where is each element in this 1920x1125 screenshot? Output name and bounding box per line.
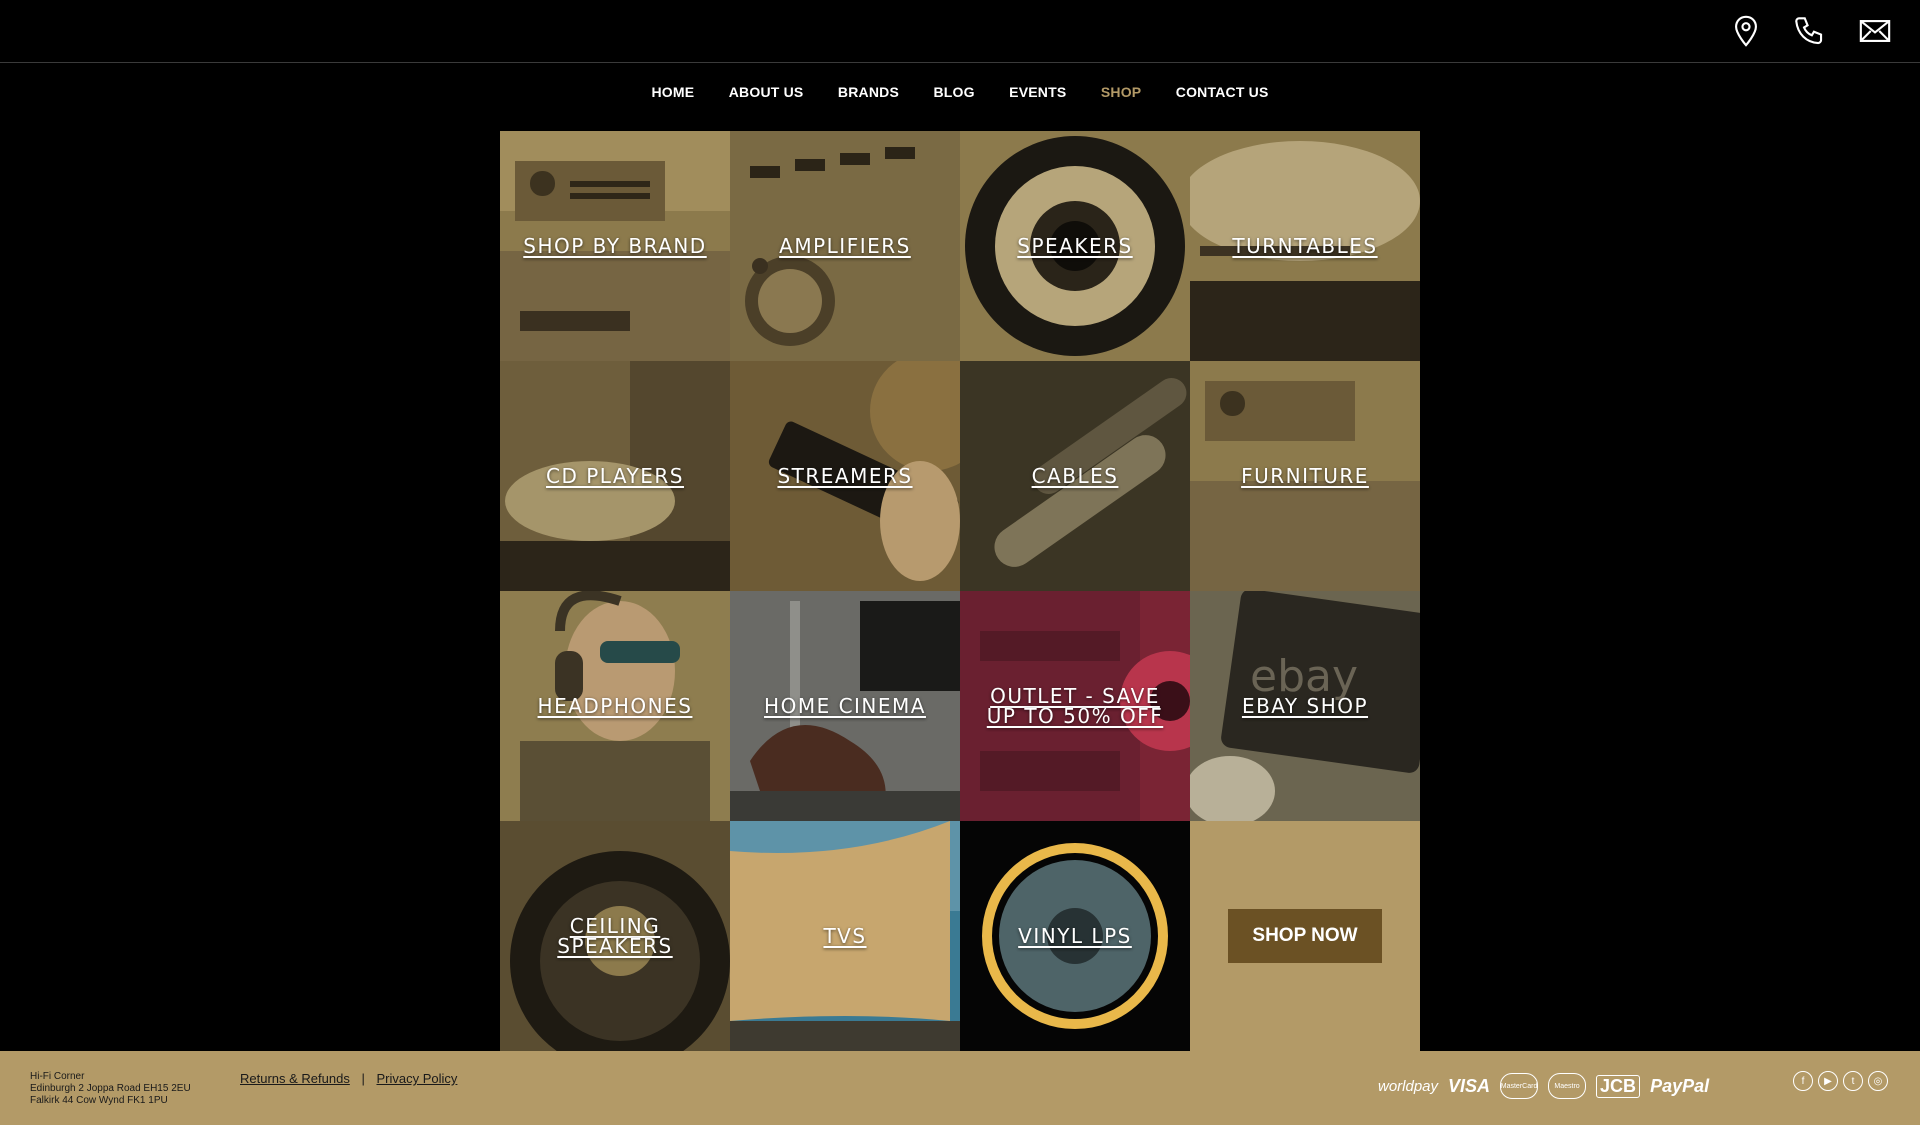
- tile-shop-by-brand[interactable]: SHOP BY BRAND: [500, 131, 730, 361]
- store-address: Hi-Fi Corner Edinburgh 2 Joppa Road EH15…: [30, 1071, 191, 1107]
- tile-ebay-shop[interactable]: ebay EBAY SHOP: [1190, 591, 1420, 821]
- phone-icon[interactable]: [1792, 14, 1826, 48]
- tile-label: SHOP BY BRAND: [523, 234, 707, 258]
- nav-about-us[interactable]: ABOUT US: [729, 84, 804, 100]
- maestro-logo: Maestro: [1548, 1073, 1587, 1099]
- tile-label: SPEAKERS: [1017, 234, 1133, 258]
- tile-turntables[interactable]: TURNTABLES: [1190, 131, 1420, 361]
- nav-blog[interactable]: BLOG: [933, 84, 974, 100]
- address-edinburgh: Edinburgh 2 Joppa Road EH15 2EU: [30, 1083, 191, 1094]
- address-falkirk: Falkirk 44 Cow Wynd FK1 1PU: [30, 1095, 168, 1106]
- tile-label: TURNTABLES: [1232, 234, 1378, 258]
- tile-label: CABLES: [1031, 464, 1119, 488]
- nav-events[interactable]: EVENTS: [1009, 84, 1066, 100]
- privacy-link[interactable]: Privacy Policy: [376, 1071, 457, 1086]
- twitter-icon[interactable]: t: [1843, 1071, 1863, 1091]
- tile-label: STREAMERS: [777, 464, 913, 488]
- tile-cables[interactable]: CABLES: [960, 361, 1190, 591]
- payment-logos: worldpay VISA MasterCard Maestro JCB Pay…: [1378, 1071, 1709, 1101]
- location-icon[interactable]: [1729, 14, 1763, 48]
- youtube-icon[interactable]: ▶: [1818, 1071, 1838, 1091]
- email-icon[interactable]: [1858, 14, 1892, 48]
- tile-label: HEADPHONES: [537, 694, 693, 718]
- tile-ceiling-speakers[interactable]: CEILING SPEAKERS: [500, 821, 730, 1051]
- tile-headphones[interactable]: HEADPHONES: [500, 591, 730, 821]
- worldpay-logo: worldpay: [1378, 1077, 1439, 1095]
- footer: Hi-Fi Corner Edinburgh 2 Joppa Road EH15…: [0, 1051, 1920, 1125]
- main-nav: HOME ABOUT US BRANDS BLOG EVENTS SHOP CO…: [0, 84, 1920, 102]
- tile-streamers[interactable]: STREAMERS: [730, 361, 960, 591]
- tile-label: CEILING SPEAKERS: [557, 914, 673, 958]
- tile-label: HOME CINEMA: [764, 694, 926, 718]
- tile-label: CD PLAYERS: [546, 464, 684, 488]
- tile-label: TVS: [823, 924, 867, 948]
- tile-amplifiers[interactable]: AMPLIFIERS: [730, 131, 960, 361]
- category-grid: SHOP BY BRAND AMPLIFIERS SPEAKERS TURNTA…: [500, 131, 1420, 1051]
- nav-home[interactable]: HOME: [651, 84, 694, 100]
- nav-contact-us[interactable]: CONTACT US: [1176, 84, 1269, 100]
- tile-speakers[interactable]: SPEAKERS: [960, 131, 1190, 361]
- tile-shop-now: SHOP NOW: [1190, 821, 1420, 1051]
- facebook-icon[interactable]: f: [1793, 1071, 1813, 1091]
- tile-outlet[interactable]: OUTLET - SAVE UP TO 50% OFF: [960, 591, 1190, 821]
- tile-home-cinema[interactable]: HOME CINEMA: [730, 591, 960, 821]
- visa-logo: VISA: [1448, 1075, 1491, 1096]
- social-links: f ▶ t ◎: [1793, 1071, 1888, 1091]
- shop-now-button[interactable]: SHOP NOW: [1228, 909, 1382, 963]
- paypal-logo: PayPal: [1650, 1075, 1710, 1096]
- tile-cd-players[interactable]: CD PLAYERS: [500, 361, 730, 591]
- footer-links: Returns & Refunds | Privacy Policy: [240, 1071, 457, 1086]
- returns-link[interactable]: Returns & Refunds: [240, 1071, 350, 1086]
- tile-furniture[interactable]: FURNITURE: [1190, 361, 1420, 591]
- tile-label: VINYL LPS: [1018, 924, 1132, 948]
- company-name: Hi-Fi Corner: [30, 1071, 85, 1082]
- tile-label: FURNITURE: [1241, 464, 1369, 488]
- tile-label: OUTLET - SAVE UP TO 50% OFF: [986, 684, 1164, 728]
- tile-vinyl-lps[interactable]: VINYL LPS: [960, 821, 1190, 1051]
- jcb-logo: JCB: [1596, 1074, 1641, 1098]
- nav-shop[interactable]: SHOP: [1101, 84, 1141, 100]
- nav-brands[interactable]: BRANDS: [838, 84, 899, 100]
- link-separator: |: [361, 1071, 365, 1086]
- tile-tvs[interactable]: TVS: [730, 821, 960, 1051]
- top-bar: [0, 0, 1920, 63]
- mastercard-logo: MasterCard: [1500, 1073, 1539, 1099]
- tile-label: AMPLIFIERS: [779, 234, 911, 258]
- tile-label: EBAY SHOP: [1241, 694, 1369, 718]
- instagram-icon[interactable]: ◎: [1868, 1071, 1888, 1091]
